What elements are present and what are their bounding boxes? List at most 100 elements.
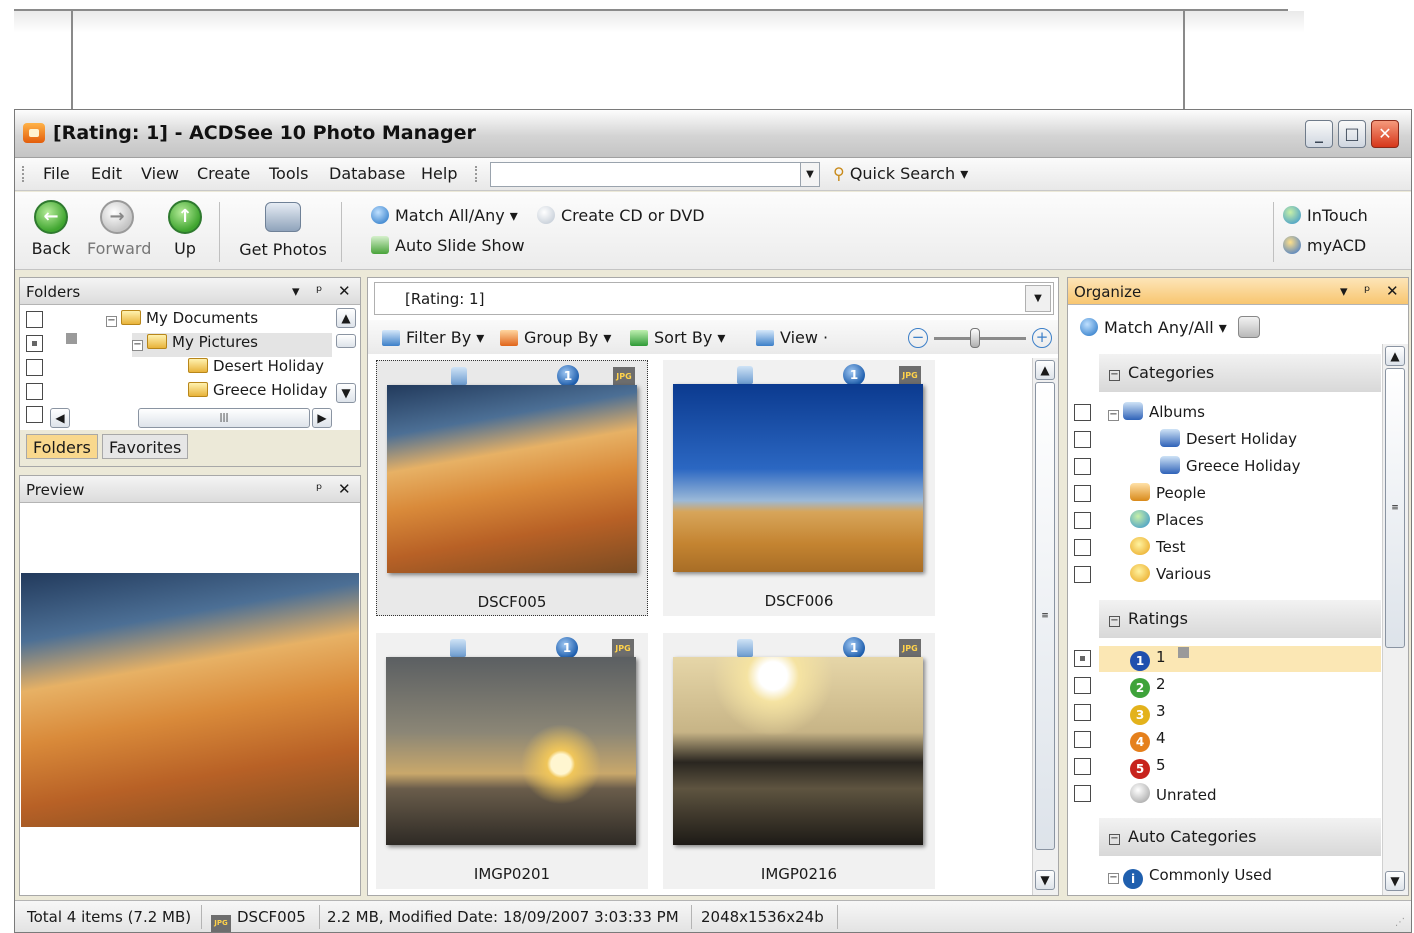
resize-grip-icon[interactable]: ⋰ xyxy=(1395,917,1405,928)
folder-greece-holiday[interactable]: Greece Holiday xyxy=(188,381,328,405)
ratings-header[interactable]: − Ratings xyxy=(1099,600,1381,638)
rating-unrated[interactable]: Unrated xyxy=(1130,783,1216,807)
category-people[interactable]: People xyxy=(1130,483,1206,507)
toolbar-grip[interactable] xyxy=(475,166,478,182)
menu-view[interactable]: View xyxy=(141,164,179,183)
rating-checkbox[interactable] xyxy=(1074,785,1091,802)
rating-checkbox[interactable] xyxy=(1074,677,1091,694)
category-checkbox[interactable] xyxy=(1074,485,1091,502)
rating-2[interactable]: 22 xyxy=(1130,675,1166,699)
rating-checkbox[interactable] xyxy=(1074,758,1091,775)
category-checkbox[interactable] xyxy=(1074,566,1091,583)
auto-slide-show-button[interactable]: Auto Slide Show xyxy=(371,236,525,255)
close-button[interactable]: ✕ xyxy=(1371,120,1399,148)
category-albums[interactable]: − Albums xyxy=(1108,402,1205,426)
view-button[interactable]: View · xyxy=(756,328,828,347)
scroll-thumb[interactable]: ≡ xyxy=(1035,382,1055,850)
search-input[interactable] xyxy=(490,162,820,187)
scroll-up-icon[interactable]: ▲ xyxy=(1385,346,1405,366)
folder-my-pictures[interactable]: − My Pictures xyxy=(132,333,332,357)
pin-icon[interactable]: ᵖ xyxy=(1364,282,1370,300)
category-checkbox[interactable] xyxy=(1074,512,1091,529)
zoom-out-icon[interactable]: − xyxy=(908,328,928,348)
scroll-down-icon[interactable]: ▼ xyxy=(1035,870,1055,890)
scroll-down-icon[interactable]: ▼ xyxy=(336,383,356,403)
scroll-up-icon[interactable]: ▲ xyxy=(1035,360,1055,380)
collapse-icon[interactable]: − xyxy=(1109,834,1120,845)
collapse-icon[interactable]: − xyxy=(106,316,117,327)
category-checkbox[interactable] xyxy=(1074,539,1091,556)
rating-4[interactable]: 44 xyxy=(1130,729,1166,753)
folder-checkbox[interactable] xyxy=(26,383,43,400)
back-button[interactable]: ← Back xyxy=(21,200,81,258)
scroll-thumb[interactable] xyxy=(336,334,356,348)
maximize-button[interactable]: □ xyxy=(1338,120,1366,148)
clear-icon[interactable] xyxy=(1238,316,1260,338)
category-checkbox[interactable] xyxy=(1074,404,1091,421)
collapse-icon[interactable]: − xyxy=(1109,616,1120,627)
folder-checkbox[interactable] xyxy=(26,406,43,423)
tab-folders[interactable]: Folders xyxy=(26,434,98,459)
close-panel-icon[interactable]: ✕ xyxy=(338,480,351,498)
match-all-any-button[interactable]: Match All/Any ▾ xyxy=(371,206,518,225)
create-cd-dvd-button[interactable]: Create CD or DVD xyxy=(537,206,705,225)
pin-icon[interactable]: ᵖ xyxy=(316,480,322,498)
scroll-left-icon[interactable]: ◀ xyxy=(50,408,70,428)
pin-icon[interactable]: ᵖ xyxy=(316,282,322,300)
menu-file[interactable]: File xyxy=(43,164,70,183)
folder-my-documents[interactable]: − My Documents xyxy=(106,309,258,333)
categories-header[interactable]: − Categories xyxy=(1099,354,1381,392)
menu-help[interactable]: Help xyxy=(421,164,457,183)
panel-menu-icon[interactable]: ▾ xyxy=(1340,282,1348,300)
collapse-icon[interactable]: − xyxy=(1108,410,1119,421)
panel-menu-icon[interactable]: ▾ xyxy=(292,282,300,300)
tab-favorites[interactable]: Favorites xyxy=(102,434,189,459)
auto-categories-header[interactable]: − Auto Categories xyxy=(1099,818,1381,856)
category-various[interactable]: Various xyxy=(1130,564,1211,588)
toolbar-grip[interactable] xyxy=(22,166,25,182)
category-checkbox[interactable] xyxy=(1074,431,1091,448)
organize-scrollbar[interactable]: ▲ ≡ ▼ xyxy=(1382,344,1408,895)
folder-checkbox[interactable] xyxy=(26,359,43,376)
intouch-button[interactable]: InTouch xyxy=(1283,206,1368,225)
match-any-all-button[interactable]: Match Any/All ▾ xyxy=(1080,318,1227,337)
vertical-scrollbar[interactable]: ▲ ≡ ▼ xyxy=(1032,358,1058,895)
rating-checkbox[interactable] xyxy=(1074,704,1091,721)
category-desert-holiday[interactable]: Desert Holiday xyxy=(1160,429,1297,453)
collapse-icon[interactable]: − xyxy=(1108,873,1119,884)
group-by-button[interactable]: Group By ▾ xyxy=(500,328,611,347)
thumbnail-item[interactable]: 1 JPG IMGP0216 xyxy=(663,633,935,889)
myacd-button[interactable]: myACD xyxy=(1283,236,1366,255)
close-panel-icon[interactable]: ✕ xyxy=(1386,282,1399,300)
zoom-slider-thumb[interactable] xyxy=(970,328,980,348)
scroll-right-icon[interactable]: ▶ xyxy=(312,408,332,428)
category-test[interactable]: Test xyxy=(1130,537,1186,561)
rating-checkbox[interactable] xyxy=(1074,650,1091,667)
minimize-button[interactable]: _ xyxy=(1305,120,1333,148)
get-photos-button[interactable]: Get Photos xyxy=(233,200,333,259)
thumbnail-item[interactable]: 1 JPG DSCF005 xyxy=(376,360,648,616)
scroll-down-icon[interactable]: ▼ xyxy=(1385,871,1405,891)
quick-search-button[interactable]: ⚲ Quick Search ▾ xyxy=(833,164,968,183)
scroll-thumb[interactable]: ≡ xyxy=(1385,368,1405,648)
rating-5[interactable]: 55 xyxy=(1130,756,1166,780)
folder-checkbox[interactable] xyxy=(26,311,43,328)
menu-database[interactable]: Database xyxy=(329,164,405,183)
title-bar[interactable]: [Rating: 1] - ACDSee 10 Photo Manager _ … xyxy=(15,110,1411,158)
zoom-slider-track[interactable] xyxy=(934,337,1026,340)
menu-edit[interactable]: Edit xyxy=(91,164,122,183)
menu-create[interactable]: Create xyxy=(197,164,250,183)
auto-category-commonly-used[interactable]: − i Commonly Used xyxy=(1108,866,1272,890)
category-places[interactable]: Places xyxy=(1130,510,1204,534)
category-checkbox[interactable] xyxy=(1074,458,1091,475)
thumbnail-item[interactable]: 1 JPG IMGP0201 xyxy=(376,633,648,889)
rating-3[interactable]: 33 xyxy=(1130,702,1166,726)
folder-desert-holiday[interactable]: Desert Holiday xyxy=(188,357,324,381)
search-dropdown-button[interactable]: ▼ xyxy=(800,162,820,187)
collapse-icon[interactable]: − xyxy=(132,340,143,351)
address-dropdown-icon[interactable]: ▼ xyxy=(1025,285,1051,312)
folder-checkbox[interactable] xyxy=(26,335,43,352)
rating-1[interactable]: 11 xyxy=(1130,648,1166,672)
filter-by-button[interactable]: Filter By ▾ xyxy=(382,328,484,347)
category-greece-holiday[interactable]: Greece Holiday xyxy=(1160,456,1301,480)
